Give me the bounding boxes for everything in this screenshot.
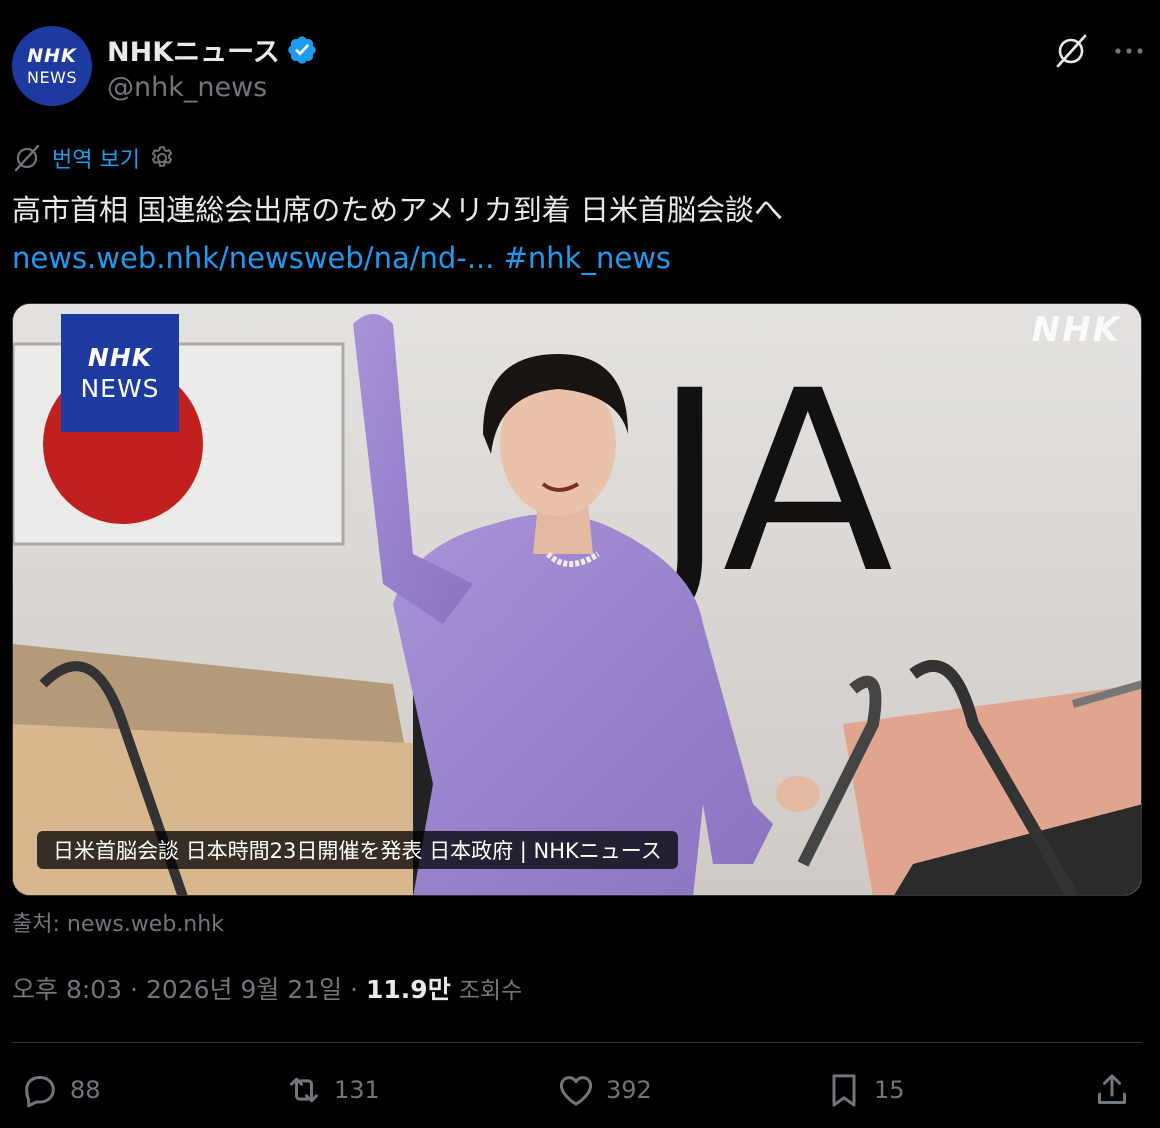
reply-button[interactable]: 88: [20, 1066, 101, 1114]
avatar[interactable]: NHK NEWS: [12, 26, 92, 106]
media-card[interactable]: JA NHK NEWS NHK 日米首脳会談 日本時間23日開催を発表 日本政府…: [12, 303, 1142, 896]
share-icon: [1098, 1074, 1126, 1104]
avatar-line1: NHK: [27, 44, 77, 67]
media-caption: 日米首脳会談 日本時間23日開催を発表 日本政府 | NHKニュース: [37, 831, 678, 869]
nhk-news-logo: NHK NEWS: [61, 314, 179, 432]
post-date[interactable]: 2026년 9월 21일: [146, 970, 342, 1006]
nhk-watermark: NHK: [1031, 310, 1121, 350]
like-count: 392: [606, 1076, 652, 1104]
nhk-logo-line2: NEWS: [80, 374, 160, 403]
meta-separator: ·: [122, 975, 146, 1004]
divider: [12, 1042, 1142, 1043]
article-link[interactable]: news.web.nhk/newsweb/na/nd-...: [12, 241, 494, 275]
translate-row: 번역 보기: [12, 140, 176, 176]
grok-icon[interactable]: [1052, 32, 1090, 70]
heart-icon: [559, 1076, 593, 1106]
bookmark-button[interactable]: 15: [824, 1066, 905, 1114]
like-button[interactable]: 392: [556, 1066, 652, 1114]
tweet-body: 高市首相 国連総会出席のためアメリカ到着 日米首脳会談へ: [12, 193, 783, 227]
tweet-links: news.web.nhk/newsweb/na/nd-... #nhk_news: [12, 234, 1142, 282]
share-button[interactable]: [1092, 1066, 1132, 1114]
source-link[interactable]: 출처: news.web.nhk: [12, 906, 224, 938]
reply-icon: [25, 1076, 55, 1108]
grok-translate-icon: [14, 144, 40, 172]
bookmark-count: 15: [874, 1076, 905, 1104]
author-name[interactable]: NHKニュース: [107, 30, 280, 69]
post-time[interactable]: 오후 8:03: [12, 970, 122, 1006]
tweet-text: 高市首相 国連総会出席のためアメリカ到着 日米首脳会談へ news.web.nh…: [12, 186, 1142, 282]
author-name-row[interactable]: NHKニュース: [107, 30, 318, 69]
translate-link[interactable]: 번역 보기: [52, 142, 140, 174]
more-options-icon[interactable]: [1110, 32, 1148, 70]
meta-separator-2: ·: [342, 975, 367, 1004]
gear-icon[interactable]: [148, 144, 176, 172]
tweet-meta: 오후 8:03 · 2026년 9월 21일 · 11.9만 조회수: [12, 970, 522, 1006]
hashtag-link[interactable]: #nhk_news: [504, 241, 671, 275]
author-handle[interactable]: @nhk_news: [107, 72, 267, 103]
repost-button[interactable]: 131: [284, 1066, 380, 1114]
reply-count: 88: [70, 1076, 101, 1104]
nhk-logo-line1: NHK: [87, 343, 153, 372]
repost-icon: [290, 1077, 318, 1103]
bookmark-icon: [832, 1074, 856, 1107]
media-photo: JA: [13, 304, 1141, 895]
action-bar: 88 131 392 15: [12, 1066, 1142, 1114]
avatar-line2: NEWS: [26, 67, 78, 87]
tweet-header: NHK NEWS NHKニュース @nhk_news: [12, 26, 1148, 106]
verified-badge-icon: [288, 35, 316, 64]
repost-count: 131: [334, 1076, 380, 1104]
views-label: 조회수: [458, 978, 523, 1004]
views-count: 11.9만: [366, 975, 451, 1004]
